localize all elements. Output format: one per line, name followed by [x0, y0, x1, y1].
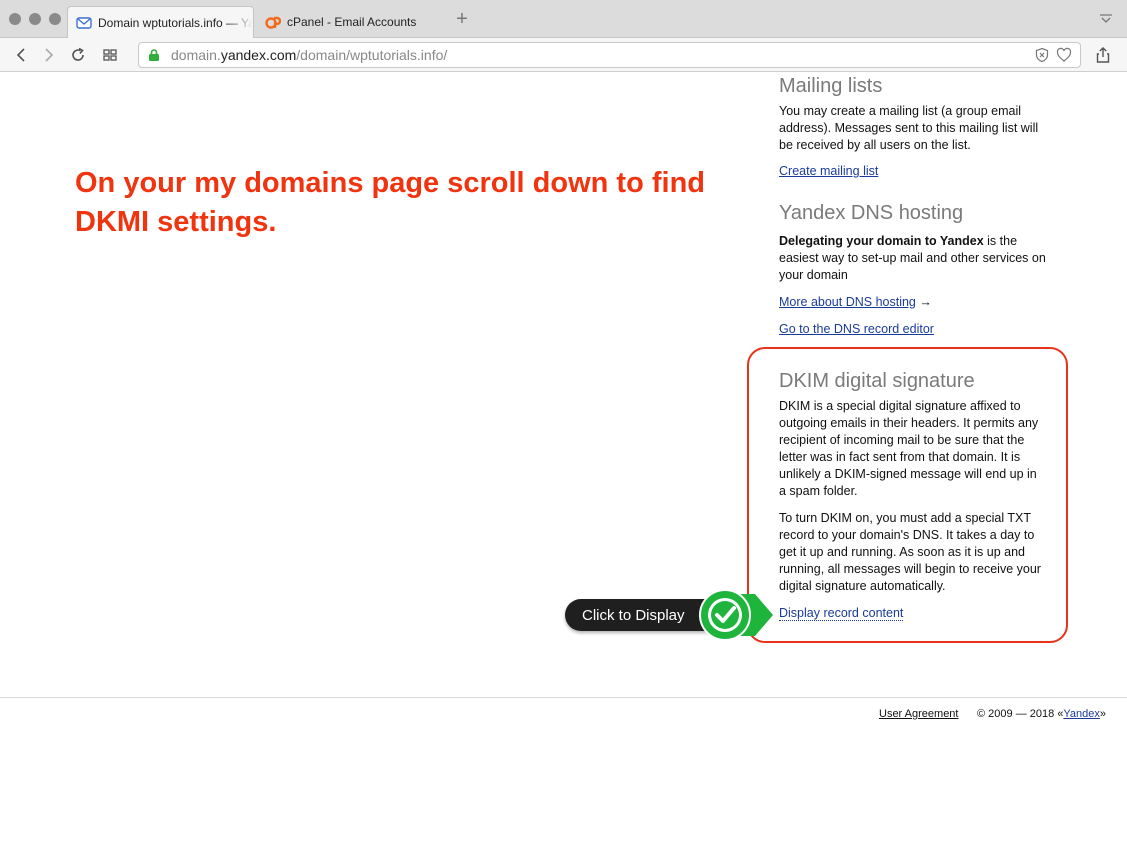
- create-mailing-list-link[interactable]: Create mailing list: [779, 164, 878, 178]
- copyright-prefix: © 2009 — 2018 «: [977, 708, 1064, 720]
- lock-icon: [147, 48, 161, 62]
- section-title: Yandex DNS hosting: [779, 202, 964, 224]
- url-host: yandex.com: [220, 47, 297, 63]
- zoom-window-button[interactable]: [49, 13, 61, 25]
- arrow-right-icon: →: [919, 295, 932, 309]
- section-description: You may create a mailing list (a group e…: [779, 104, 1039, 152]
- section-description: Delegating your domain to Yandex is the …: [779, 233, 1049, 284]
- tutorial-annotation: On your my domains page scroll down to f…: [75, 167, 705, 238]
- yandex-link[interactable]: Yandex: [1063, 708, 1100, 720]
- dkim-instructions: To turn DKIM on, you must add a special …: [779, 511, 1041, 593]
- dns-hosting-section: Yandex DNS hosting Delegating your domai…: [779, 201, 1049, 338]
- url-prefix: domain.: [171, 47, 221, 63]
- more-about-dns-link[interactable]: More about DNS hosting: [779, 295, 916, 309]
- footer-divider: [0, 697, 1127, 698]
- forward-icon[interactable]: [39, 46, 57, 64]
- tab-overview-icon[interactable]: [1099, 12, 1113, 26]
- close-window-button[interactable]: [9, 13, 21, 25]
- minimize-window-button[interactable]: [29, 13, 41, 25]
- dns-record-editor-link[interactable]: Go to the DNS record editor: [779, 322, 934, 336]
- footer-links: User Agreement: [879, 708, 958, 720]
- display-record-content-link[interactable]: Display record content: [779, 606, 904, 621]
- copyright-suffix: »: [1099, 708, 1107, 720]
- callout-label: Click to Display: [582, 606, 685, 624]
- new-tab-icon[interactable]: +: [452, 9, 472, 29]
- section-title: DKIM digital signature: [779, 370, 975, 392]
- shield-icon[interactable]: [1034, 47, 1050, 66]
- url-path: /domain/wptutorials.info/: [296, 47, 448, 63]
- address-bar[interactable]: domain. yandex.com/domain/wptutorials.inf…: [138, 42, 1081, 68]
- tab-bar: Domain wptutorials.info — Ya cPanel - Em…: [0, 0, 1127, 38]
- tab-cpanel[interactable]: cPanel - Email Accounts: [257, 6, 447, 38]
- grid-icon[interactable]: [101, 46, 119, 64]
- copyright: © 2009 — 2018 «Yandex»: [977, 708, 1106, 720]
- mail-icon: [76, 15, 92, 31]
- checkmark-icon: [699, 589, 773, 641]
- section-title: Mailing lists: [779, 75, 883, 97]
- lead-bold: Delegating your domain to Yandex: [779, 234, 984, 248]
- mailing-lists-section: Mailing lists You may create a mailing l…: [779, 74, 1049, 180]
- tab-title: cPanel - Email Accounts: [287, 15, 417, 29]
- dkim-description: DKIM is a special digital signature affi…: [779, 399, 1039, 498]
- dkim-section: DKIM digital signature DKIM is a special…: [779, 369, 1047, 622]
- tab-domain[interactable]: Domain wptutorials.info — Ya: [67, 6, 254, 38]
- heart-icon[interactable]: [1056, 47, 1072, 66]
- share-icon[interactable]: [1094, 46, 1112, 64]
- browser-toolbar: domain. yandex.com/domain/wptutorials.inf…: [0, 38, 1127, 72]
- back-icon[interactable]: [13, 46, 31, 64]
- user-agreement-link[interactable]: User Agreement: [879, 708, 958, 720]
- reload-icon[interactable]: [69, 46, 87, 64]
- cpanel-icon: [265, 14, 281, 30]
